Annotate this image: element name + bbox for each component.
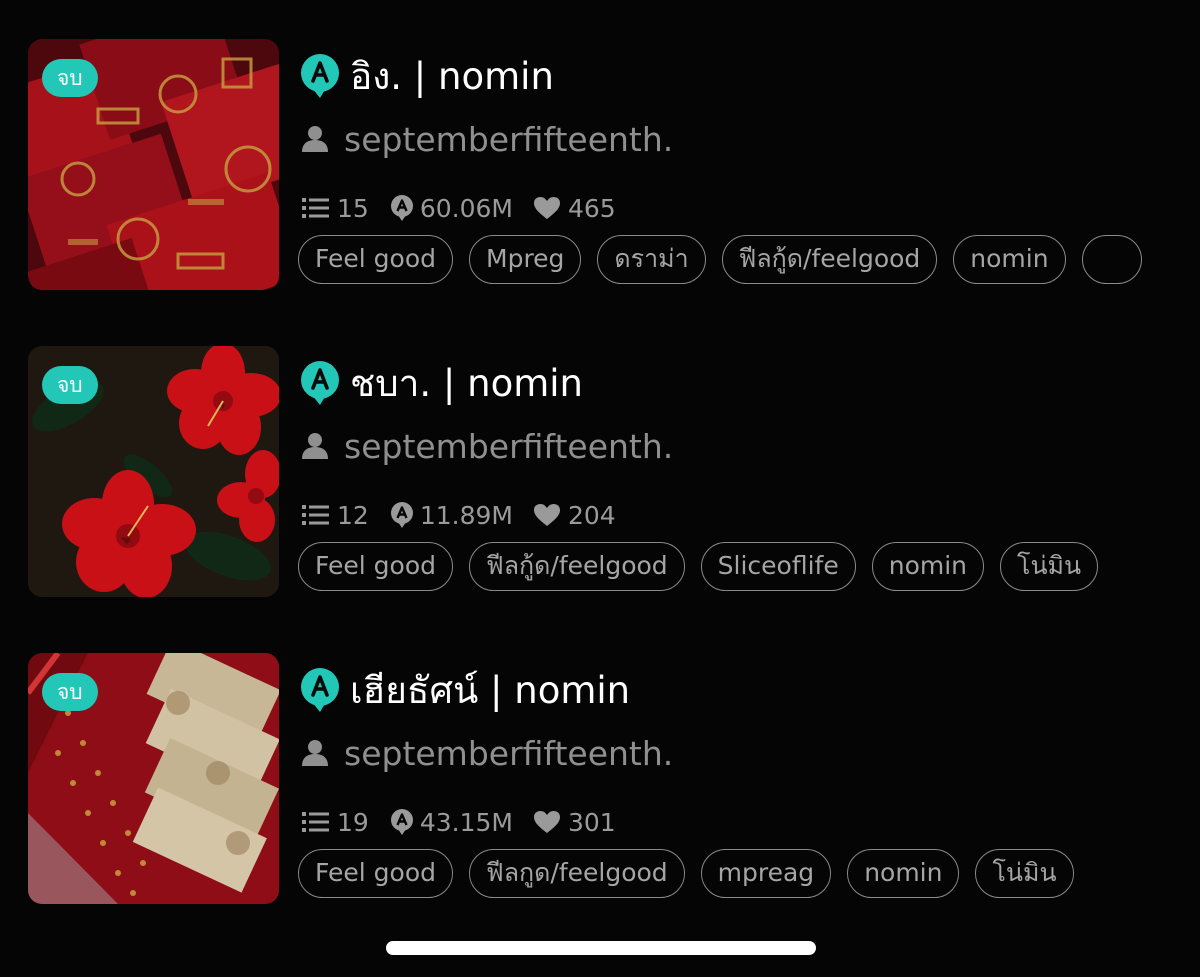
chapter-count-value: 15	[337, 193, 369, 223]
stats-row: 12 11.89M 204	[302, 498, 636, 532]
story-cover[interactable]: จบ	[28, 653, 279, 904]
chapter-count: 19	[302, 808, 369, 837]
home-indicator[interactable]	[386, 941, 816, 955]
list-icon	[302, 198, 329, 218]
title-row[interactable]: เฮียธัศน์ | nomin	[298, 667, 630, 713]
readawrite-icon	[301, 361, 339, 405]
chapter-count-value: 12	[337, 500, 369, 530]
tag-chip[interactable]: mpreag	[700, 849, 832, 898]
tag-chip[interactable]: Sliceoflife	[700, 542, 856, 591]
tag-chip[interactable]: nomin	[847, 849, 960, 898]
view-count-value: 11.89M	[419, 500, 513, 530]
user-icon	[302, 740, 328, 766]
author-row[interactable]: septemberfifteenth.	[301, 119, 673, 159]
tag-chip[interactable]: Feel good	[298, 542, 453, 591]
tag-chip[interactable]: ดราม่า	[597, 235, 706, 284]
tag-chip[interactable]: ฟีลกูด/feelgood	[469, 849, 685, 898]
author-name[interactable]: septemberfifteenth.	[344, 734, 673, 773]
tag-chip[interactable]: Feel good	[298, 235, 453, 284]
list-icon	[302, 505, 329, 525]
readawrite-icon	[301, 54, 339, 98]
like-count: 301	[533, 808, 616, 837]
view-count-value: 43.15M	[419, 807, 513, 837]
readawrite-icon	[301, 668, 339, 712]
view-count: 60.06M	[389, 194, 513, 223]
completed-badge: จบ	[42, 59, 98, 97]
heart-icon	[533, 504, 560, 526]
completed-badge: จบ	[42, 366, 98, 404]
tag-chip[interactable]: ฟีลกู้ด/feelgood	[721, 235, 938, 284]
author-row[interactable]: septemberfifteenth.	[301, 426, 673, 466]
story-title[interactable]: เฮียธัศน์ | nomin	[350, 661, 630, 720]
story-info: เฮียธัศน์ | nomin septemberfifteenth. 19…	[298, 653, 1148, 905]
tag-list: Feel good ฟีลกู้ด/feelgood Sliceoflife nomi…	[298, 542, 1146, 594]
like-count-value: 204	[567, 500, 616, 530]
author-name[interactable]: septemberfifteenth.	[344, 120, 673, 159]
tag-chip[interactable]: Feel good	[298, 849, 453, 898]
like-count: 465	[533, 194, 616, 223]
story-title[interactable]: ชบา. | nomin	[350, 354, 583, 413]
user-icon	[302, 126, 328, 152]
completed-badge: จบ	[42, 673, 98, 711]
story-info: ชบา. | nomin septemberfifteenth. 12 11.8…	[298, 346, 1148, 598]
tag-chip[interactable]: nomin	[953, 235, 1066, 284]
like-count-value: 465	[567, 193, 616, 223]
heart-icon	[533, 197, 560, 219]
views-bubble-icon	[390, 502, 413, 528]
tag-list: Feel good Mpreg ดราม่า ฟีลกู้ด/feelgood nomi…	[298, 235, 1146, 287]
tag-chip[interactable]: nomin	[871, 542, 985, 591]
like-count-value: 301	[567, 807, 616, 837]
heart-icon	[533, 811, 560, 833]
chapter-count-value: 19	[337, 807, 369, 837]
story-card[interactable]: จบ เฮียธัศน์ | nomin septemberfifteenth.	[0, 653, 1200, 905]
story-card[interactable]: จบ อิง. | nomin septemberfifteenth. 15 6…	[0, 39, 1200, 291]
story-cover[interactable]: จบ	[28, 346, 279, 597]
title-row[interactable]: ชบา. | nomin	[298, 360, 583, 406]
view-count-value: 60.06M	[419, 193, 513, 223]
chapter-count: 15	[302, 194, 369, 223]
stats-row: 19 43.15M 301	[302, 805, 636, 839]
author-row[interactable]: septemberfifteenth.	[301, 733, 673, 773]
author-name[interactable]: septemberfifteenth.	[344, 427, 673, 466]
tag-chip[interactable]: Mpreg	[469, 235, 582, 284]
title-row[interactable]: อิง. | nomin	[298, 53, 554, 99]
view-count: 43.15M	[389, 808, 513, 837]
list-icon	[302, 812, 329, 832]
story-info: อิง. | nomin septemberfifteenth. 15 60.0…	[298, 39, 1148, 291]
tag-list: Feel good ฟีลกูด/feelgood mpreag nomin โน่มิ…	[298, 849, 1146, 901]
views-bubble-icon	[390, 809, 413, 835]
chapter-count: 12	[302, 501, 369, 530]
tag-chip[interactable]	[1081, 235, 1142, 284]
story-card[interactable]: จบ ชบา. | nomin septemberfifteenth. 12 1…	[0, 346, 1200, 598]
view-count: 11.89M	[389, 501, 513, 530]
story-title[interactable]: อิง. | nomin	[350, 47, 554, 106]
tag-chip[interactable]: ฟีลกู้ด/feelgood	[469, 542, 685, 591]
tag-chip[interactable]: โน่มิน	[975, 849, 1074, 898]
views-bubble-icon	[390, 195, 413, 221]
stats-row: 15 60.06M 465	[302, 191, 636, 225]
tag-chip[interactable]: โน่มิน	[1000, 542, 1099, 591]
like-count: 204	[533, 501, 616, 530]
user-icon	[302, 433, 328, 459]
story-cover[interactable]: จบ	[28, 39, 279, 290]
